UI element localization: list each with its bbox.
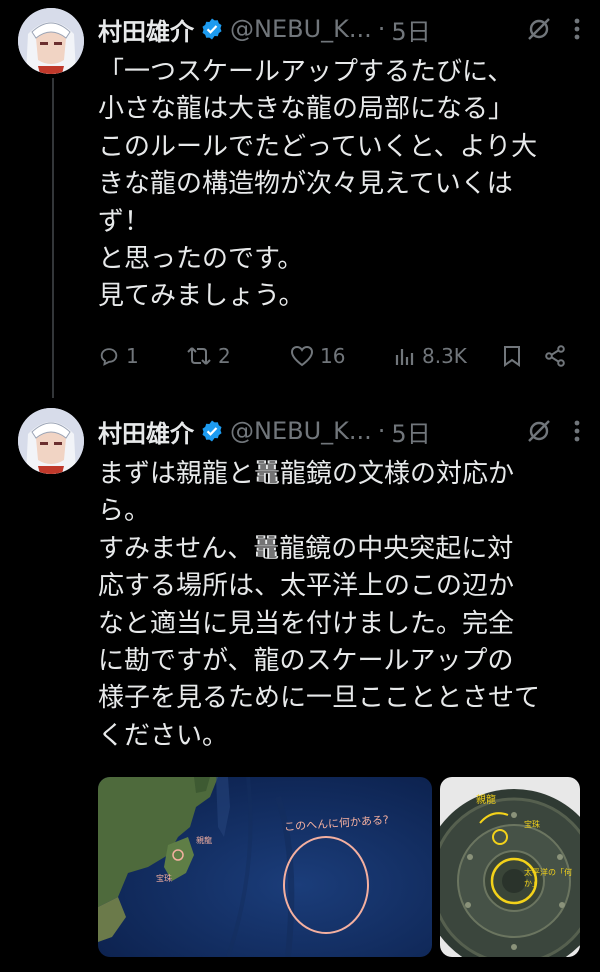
views-button[interactable]: 8.3K [394, 344, 502, 368]
media-grid: このへんに何かある? 親龍 宝珠 親龍 宝珠 太平洋の「何か」 [98, 777, 580, 957]
mirror-label-top: 親龍 [476, 795, 496, 806]
verified-badge-icon [200, 17, 224, 41]
reply-icon [100, 348, 118, 366]
avatar[interactable] [18, 8, 84, 74]
timestamp[interactable]: 5日 [391, 414, 430, 449]
views-count: 8.3K [422, 344, 467, 368]
separator-dot: · [377, 417, 386, 445]
retweet-icon [187, 347, 211, 365]
retweet-button[interactable]: 2 [186, 344, 290, 368]
bookmark-button[interactable] [502, 345, 544, 367]
tweet-text: まずは親龍と鼉龍鏡の文様の対応か ら。 すみません、鼉龍鏡の中央突起に対 応する… [98, 459, 541, 751]
reply-button[interactable]: 1 [98, 344, 186, 368]
map-label-2: 宝珠 [156, 874, 172, 883]
more-options-icon[interactable] [574, 17, 580, 41]
action-bar: 1 2 16 8.3K [98, 336, 578, 376]
handle[interactable]: @NEBU_K... [230, 417, 372, 445]
like-button[interactable]: 16 [290, 344, 394, 368]
reply-count: 1 [126, 344, 139, 368]
views-chart-icon [395, 349, 414, 365]
share-button[interactable] [544, 345, 566, 367]
tweet-header: 村田雄介 @NEBU_K... · 5日 [98, 12, 431, 46]
mirror-label-right-1: 宝珠 [524, 820, 540, 829]
mirror-label-right-2: 太平洋の「何か」 [524, 868, 572, 888]
tweet-header: 村田雄介 @NEBU_K... · 5日 [98, 414, 431, 448]
header-icons [526, 414, 580, 448]
avatar[interactable] [18, 408, 84, 474]
verified-badge-icon [200, 419, 224, 443]
display-name[interactable]: 村田雄介 [98, 414, 194, 449]
like-count: 16 [320, 344, 346, 368]
grok-icon[interactable] [526, 418, 552, 444]
heart-icon [290, 345, 314, 367]
map-image[interactable]: このへんに何かある? 親龍 宝珠 [98, 777, 432, 957]
mirror-image[interactable]: 親龍 宝珠 太平洋の「何か」 [440, 777, 580, 957]
timestamp[interactable]: 5日 [391, 12, 430, 47]
retweet-count: 2 [218, 344, 231, 368]
handle[interactable]: @NEBU_K... [230, 15, 372, 43]
grok-icon[interactable] [526, 16, 552, 42]
more-options-icon[interactable] [574, 419, 580, 443]
share-icon [545, 345, 565, 367]
tweet-text: 「一つスケールアップするたびに、 小さな龍は大きな龍の局部になる」 このルールで… [98, 57, 538, 312]
bookmark-icon [504, 346, 520, 367]
separator-dot: · [377, 15, 386, 43]
header-icons [526, 12, 580, 46]
tweet-1[interactable]: 村田雄介 @NEBU_K... · 5日 「一つスケールアップするたびに、 小さ… [0, 0, 600, 400]
map-label-1: 親龍 [196, 836, 212, 845]
display-name[interactable]: 村田雄介 [98, 12, 194, 47]
